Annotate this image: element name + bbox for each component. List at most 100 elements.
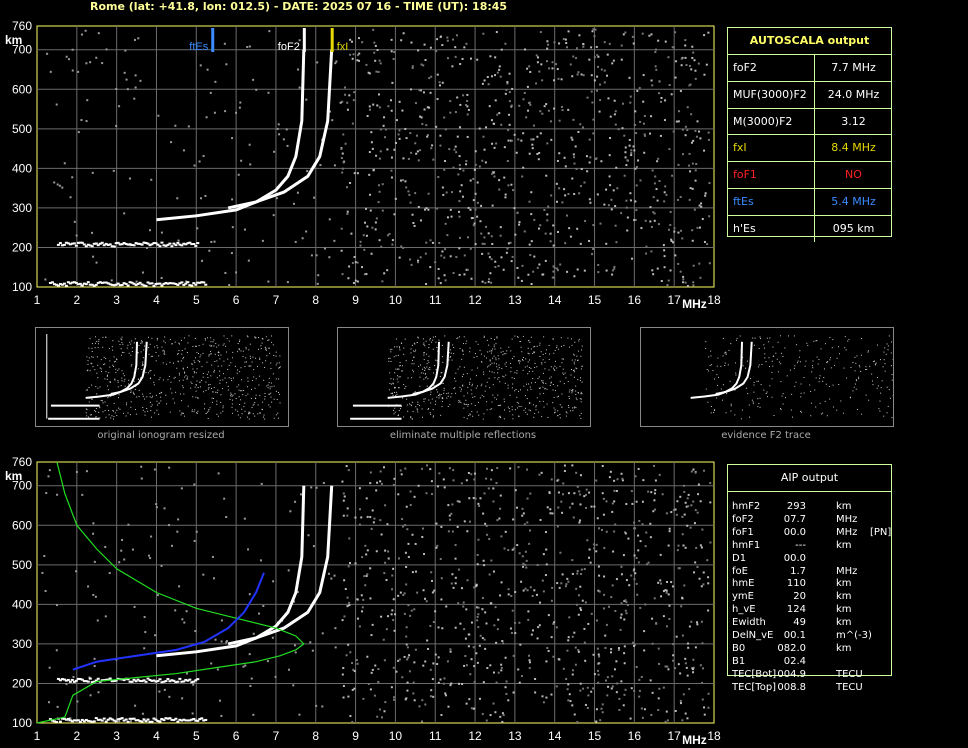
thumb-noise — [492, 384, 494, 386]
thumb-noise — [87, 389, 89, 391]
noise-dot — [400, 39, 403, 42]
noise-dot — [532, 124, 535, 127]
noise-dot — [367, 682, 370, 685]
noise-dot — [598, 527, 601, 530]
noise-dot — [201, 259, 204, 262]
noise-dot — [628, 584, 631, 587]
noise-dot — [703, 706, 706, 709]
thumb-noise — [267, 339, 269, 341]
noise-dot — [675, 120, 678, 123]
thumb-noise — [550, 376, 552, 378]
thumb-noise — [419, 385, 421, 387]
noise-dot — [503, 547, 506, 550]
noise-dot — [401, 109, 404, 112]
noise-dot — [668, 527, 671, 530]
noise-dot — [518, 221, 521, 224]
noise-dot — [653, 464, 656, 467]
thumb-noise — [573, 354, 575, 356]
noise-dot — [676, 198, 679, 201]
noise-dot — [568, 506, 571, 509]
thumb-noise — [232, 377, 234, 379]
thumb-noise — [465, 399, 467, 401]
thumb-noise — [193, 360, 195, 362]
noise-dot — [583, 641, 586, 644]
noise-dot — [688, 687, 691, 690]
aip-unit: MHz — [836, 513, 858, 525]
noise-dot — [530, 633, 533, 636]
thumb-noise — [231, 335, 233, 337]
noise-dot — [693, 59, 696, 62]
noise-dot — [614, 123, 617, 126]
noise-dot — [695, 546, 698, 549]
thumb-noise — [568, 391, 570, 393]
noise-dot — [550, 138, 553, 141]
thumb-noise — [768, 341, 770, 343]
thumb-noise — [177, 353, 179, 355]
thumb-noise — [476, 411, 478, 413]
thumb-noise — [580, 377, 582, 379]
thumb-noise — [128, 352, 130, 354]
noise-dot — [620, 44, 623, 47]
noise-dot — [677, 120, 680, 123]
aip-value: 00.0 — [783, 552, 806, 564]
thumb-noise — [179, 410, 181, 412]
es-trace-dot — [176, 680, 180, 683]
thumb-noise — [266, 355, 268, 357]
noise-dot — [334, 62, 337, 65]
thumb-noise — [415, 406, 417, 408]
thumb-noise — [217, 389, 219, 391]
noise-dot — [168, 695, 171, 698]
thumb-noise — [455, 392, 457, 394]
noise-dot — [548, 67, 551, 70]
es-trace-dot — [168, 242, 172, 245]
thumb-noise — [210, 375, 212, 377]
noise-dot — [504, 193, 507, 196]
es-trace-dot — [120, 284, 124, 287]
noise-dot — [573, 156, 576, 159]
noise-dot — [498, 65, 501, 68]
noise-dot — [459, 236, 462, 239]
noise-dot — [588, 239, 591, 242]
noise-dot — [653, 597, 656, 600]
noise-dot — [538, 227, 541, 230]
noise-dot — [176, 530, 179, 533]
thumb-noise — [276, 362, 278, 364]
thumb-noise — [173, 377, 175, 379]
x-tick-label: 12 — [468, 729, 482, 743]
thumb-noise — [760, 384, 762, 386]
noise-dot — [511, 609, 514, 612]
thumb-noise — [516, 370, 518, 372]
aip-name: hmE — [732, 578, 755, 590]
noise-dot — [423, 552, 426, 555]
thumb-noise — [104, 401, 106, 403]
noise-dot — [47, 701, 50, 704]
noise-dot — [558, 586, 561, 589]
x-axis-label: MHz — [682, 733, 707, 747]
noise-dot — [262, 604, 265, 607]
noise-dot — [359, 523, 362, 526]
noise-dot — [575, 47, 578, 50]
noise-dot — [625, 579, 628, 582]
noise-dot — [572, 55, 575, 58]
noise-dot — [417, 205, 420, 208]
aip-value: 20 — [793, 591, 806, 603]
noise-dot — [598, 574, 601, 577]
noise-dot — [607, 97, 610, 100]
noise-dot — [492, 570, 495, 573]
noise-dot — [572, 516, 575, 519]
noise-dot — [421, 720, 424, 723]
thumb-noise — [508, 346, 510, 348]
thumb-noise — [769, 385, 771, 387]
thumb-noise — [403, 416, 405, 418]
noise-dot — [692, 658, 695, 661]
noise-dot — [377, 184, 380, 187]
noise-dot — [527, 618, 530, 621]
thumb-noise — [272, 344, 274, 346]
thumb-noise — [410, 352, 412, 354]
es-trace-dot — [190, 284, 194, 287]
noise-dot — [684, 125, 687, 128]
thumb-noise — [758, 403, 760, 405]
noise-dot — [593, 673, 596, 676]
thumb-noise — [212, 391, 214, 393]
thumb-noise — [417, 336, 419, 338]
